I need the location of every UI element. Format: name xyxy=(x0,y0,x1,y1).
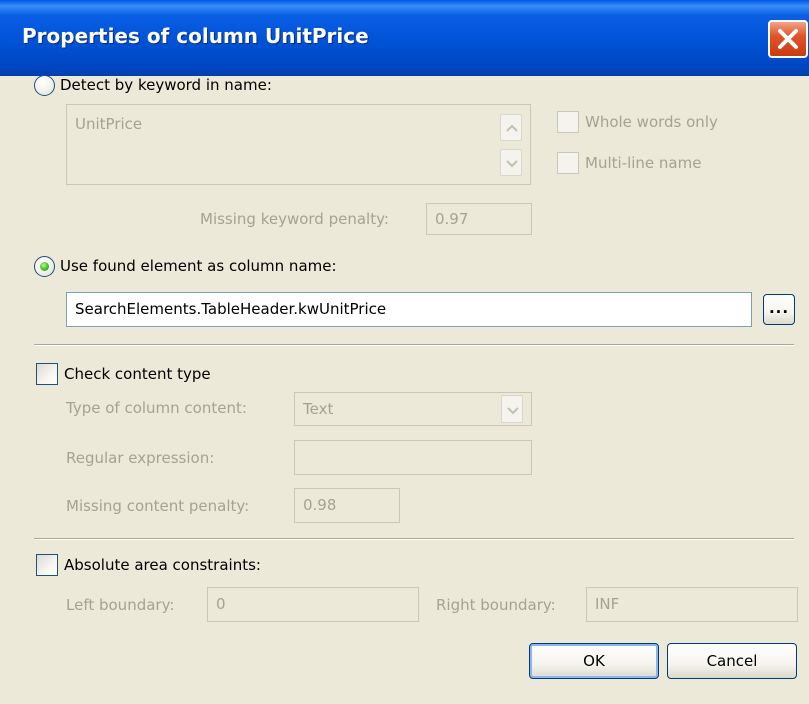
dialog-title: Properties of column UnitPrice xyxy=(22,24,369,48)
content-type-label: Type of column content: xyxy=(66,399,247,417)
right-boundary-value: INF xyxy=(595,595,620,613)
browse-button[interactable]: ... xyxy=(763,294,795,325)
left-boundary-value: 0 xyxy=(216,595,226,613)
content-penalty-input[interactable]: 0.98 xyxy=(294,488,400,523)
detect-by-keyword-label: Detect by keyword in name: xyxy=(60,76,272,94)
right-boundary-input[interactable]: INF xyxy=(586,587,798,622)
whole-words-label: Whole words only xyxy=(585,113,718,131)
check-content-type-checkbox[interactable] xyxy=(36,363,58,385)
whole-words-checkbox[interactable] xyxy=(557,111,579,133)
absolute-area-checkbox[interactable] xyxy=(36,554,58,576)
keywords-value: UnitPrice xyxy=(75,115,143,133)
close-button[interactable] xyxy=(768,20,808,58)
absolute-area-label: Absolute area constraints: xyxy=(64,556,261,574)
multiline-name-label: Multi-line name xyxy=(585,154,702,172)
separator xyxy=(34,344,794,346)
content-type-value: Text xyxy=(303,400,334,418)
keyword-penalty-value: 0.97 xyxy=(435,210,469,228)
left-boundary-input[interactable]: 0 xyxy=(207,587,419,622)
content-type-dropdown-button[interactable] xyxy=(501,395,523,423)
content-penalty-value: 0.98 xyxy=(303,496,337,514)
use-found-element-label: Use found element as column name: xyxy=(60,257,337,275)
multiline-name-checkbox[interactable] xyxy=(557,152,579,174)
detect-by-keyword-radio[interactable] xyxy=(34,75,55,96)
check-content-type-label: Check content type xyxy=(64,365,211,383)
chevron-down-icon xyxy=(507,407,519,415)
regex-input[interactable] xyxy=(294,440,532,475)
chevron-up-icon xyxy=(506,124,518,132)
title-bar[interactable]: Properties of column UnitPrice xyxy=(0,0,809,76)
keyword-penalty-label: Missing keyword penalty: xyxy=(200,210,389,228)
chevron-down-icon xyxy=(506,160,518,168)
keywords-textarea[interactable]: UnitPrice xyxy=(66,104,531,185)
column-name-element-input[interactable]: SearchElements.TableHeader.kwUnitPrice xyxy=(66,292,752,327)
content-penalty-label: Missing content penalty: xyxy=(66,497,250,515)
content-type-select[interactable]: Text xyxy=(294,392,532,426)
keyword-penalty-input[interactable]: 0.97 xyxy=(426,203,532,235)
right-boundary-label: Right boundary: xyxy=(436,596,556,614)
cancel-button[interactable]: Cancel xyxy=(667,643,797,679)
close-icon xyxy=(778,29,798,49)
column-name-element-value: SearchElements.TableHeader.kwUnitPrice xyxy=(75,300,387,318)
dialog-body: Detect by keyword in name: UnitPrice Who… xyxy=(0,75,809,704)
left-boundary-label: Left boundary: xyxy=(66,596,175,614)
properties-dialog: Properties of column UnitPrice Detect by… xyxy=(0,0,809,704)
ok-button[interactable]: OK xyxy=(529,643,659,679)
scroll-up-button[interactable] xyxy=(500,114,522,141)
regex-label: Regular expression: xyxy=(66,449,215,467)
separator xyxy=(34,538,794,540)
use-found-element-radio[interactable] xyxy=(34,256,55,277)
scroll-down-button[interactable] xyxy=(500,149,522,176)
